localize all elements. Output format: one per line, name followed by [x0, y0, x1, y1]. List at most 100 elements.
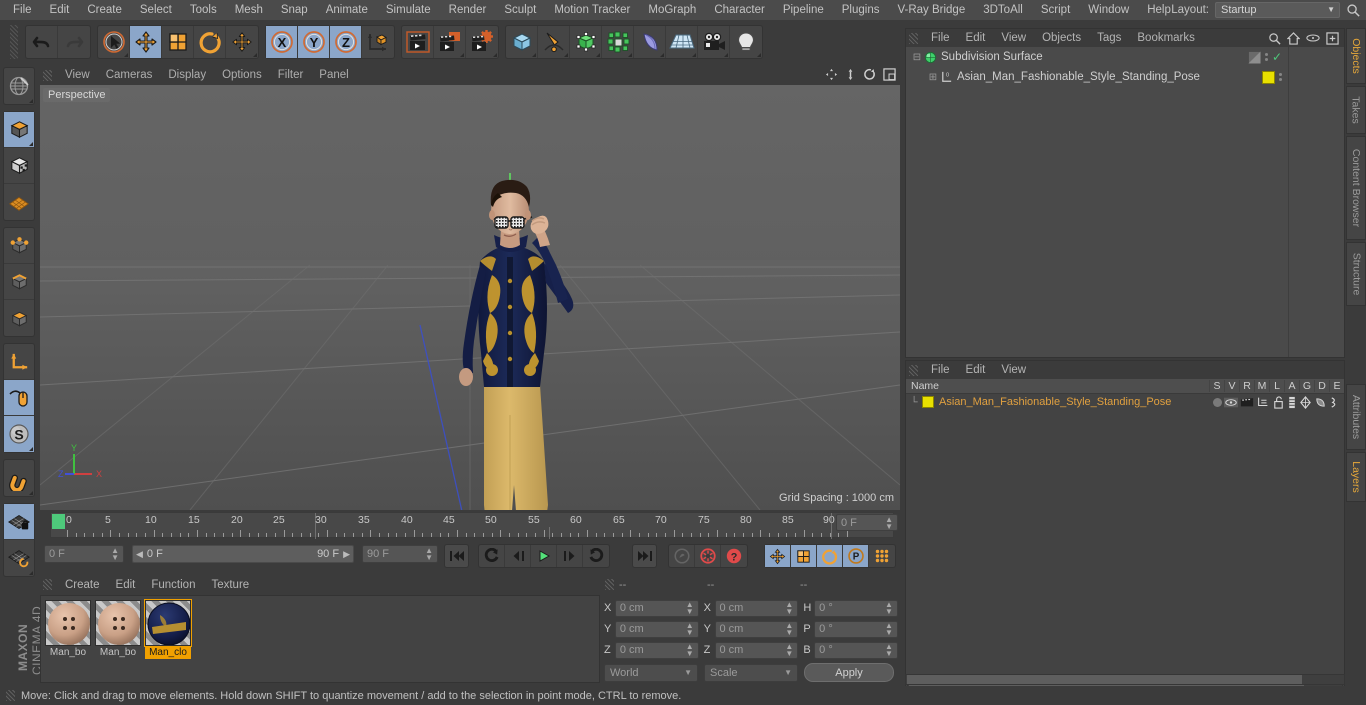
material-menu-texture[interactable]: Texture — [203, 579, 257, 591]
preview-range-slider[interactable]: ◀ 0 F 90 F ▶ — [132, 545, 354, 563]
viewport-menu-panel[interactable]: Panel — [311, 69, 356, 81]
key-position-button[interactable] — [765, 545, 791, 567]
tab-objects[interactable]: Objects — [1346, 28, 1366, 84]
tab-structure[interactable]: Structure — [1346, 242, 1366, 306]
render-view-button[interactable] — [402, 25, 434, 58]
scrollbar-thumb[interactable] — [907, 675, 1302, 684]
range-right-arrow-icon[interactable]: ▶ — [343, 549, 350, 560]
polygons-mode-button[interactable] — [4, 300, 34, 336]
rotate-tool-button[interactable] — [194, 25, 226, 58]
spinner-icon[interactable]: ▲ ▼ — [686, 643, 694, 658]
play-forward-button[interactable] — [583, 545, 609, 567]
end-frame-field[interactable]: 90 F ▲ ▼ — [362, 545, 438, 563]
animation-icon[interactable] — [1287, 396, 1297, 409]
menu-plugins[interactable]: Plugins — [833, 0, 889, 20]
material-swatch[interactable] — [95, 600, 141, 646]
menu-render[interactable]: Render — [440, 0, 496, 20]
workplane-rotate-button[interactable] — [4, 540, 34, 576]
material-swatch[interactable] — [45, 600, 91, 646]
tab-attributes[interactable]: Attributes — [1346, 384, 1366, 450]
tab-content-browser[interactable]: Content Browser — [1346, 136, 1366, 240]
rot-p-field[interactable]: 0 ° ▲ ▼ — [814, 620, 898, 638]
layer-menu-edit[interactable]: Edit — [958, 364, 994, 376]
live-selection-button[interactable] — [98, 25, 130, 58]
add-deformer-button[interactable] — [634, 25, 666, 58]
axis-mode-button[interactable] — [4, 344, 34, 380]
scale-tool-button[interactable] — [162, 25, 194, 58]
menu-window[interactable]: Window — [1079, 0, 1138, 20]
viewport-menu-options[interactable]: Options — [214, 69, 270, 81]
add-spline-button[interactable] — [538, 25, 570, 58]
coordinate-mode-dropdown[interactable]: Scale ▼ — [704, 663, 798, 682]
size-z-field[interactable]: 0 cm ▲ ▼ — [714, 641, 799, 659]
menu-file[interactable]: File — [4, 0, 41, 20]
step-forward-button[interactable] — [557, 545, 583, 567]
home-icon[interactable] — [1287, 31, 1300, 45]
spinner-icon[interactable]: ▲ ▼ — [785, 643, 793, 658]
viewport-menu-cameras[interactable]: Cameras — [98, 69, 161, 81]
menu-simulate[interactable]: Simulate — [377, 0, 440, 20]
spinner-icon[interactable]: ▲ ▼ — [686, 622, 694, 637]
start-frame-field[interactable]: 0 F ▲ ▼ — [44, 545, 124, 563]
step-back-button[interactable] — [505, 545, 531, 567]
layer-color-swatch[interactable] — [922, 396, 934, 408]
expand-collapse-icon[interactable]: ⊟ — [910, 52, 924, 63]
polygon-grid-button[interactable] — [4, 184, 34, 220]
material-menu-edit[interactable]: Edit — [108, 579, 144, 591]
add-generator-button[interactable] — [570, 25, 602, 58]
layer-manager-grip[interactable] — [909, 364, 918, 376]
object-row-subdivision-surface[interactable]: ⊟ Subdivision Surface ✓ — [906, 47, 1344, 67]
object-menu-view[interactable]: View — [993, 32, 1034, 44]
material-tag-icon[interactable] — [1262, 70, 1275, 84]
go-to-start-button[interactable] — [444, 544, 469, 568]
render-settings-button[interactable] — [466, 26, 498, 58]
add-cube-button[interactable] — [506, 25, 538, 58]
bottom-horizontal-scrollbar[interactable] — [905, 674, 1345, 685]
pos-x-field[interactable]: 0 cm ▲ ▼ — [614, 599, 699, 617]
object-menu-objects[interactable]: Objects — [1034, 32, 1089, 44]
viewport-menu-display[interactable]: Display — [160, 69, 214, 81]
material-menu-create[interactable]: Create — [57, 579, 108, 591]
menu-character[interactable]: Character — [705, 0, 774, 20]
spinner-icon[interactable]: ▲ ▼ — [785, 601, 793, 616]
workplane-lock-button[interactable] — [4, 504, 34, 540]
pos-z-field[interactable]: 0 cm ▲ ▼ — [614, 641, 699, 659]
toolbar-grip[interactable] — [10, 24, 18, 59]
object-menu-edit[interactable]: Edit — [958, 32, 994, 44]
object-menu-bookmarks[interactable]: Bookmarks — [1129, 32, 1203, 44]
menu-create[interactable]: Create — [78, 0, 131, 20]
key-rotation-button[interactable] — [817, 545, 843, 567]
material-swatch[interactable] — [144, 599, 192, 647]
material-item[interactable]: Man_bo — [45, 600, 91, 678]
maximize-icon[interactable] — [883, 68, 896, 81]
solo-toggle[interactable] — [1213, 397, 1222, 407]
current-frame-field[interactable]: 0 F ▲ ▼ — [836, 514, 898, 531]
spinner-icon[interactable]: ▲ ▼ — [785, 622, 793, 637]
redo-button[interactable] — [58, 26, 90, 58]
viewport-menu-filter[interactable]: Filter — [270, 69, 312, 81]
axis-x-button[interactable]: X — [266, 25, 298, 58]
play-backwards-button[interactable] — [479, 545, 505, 567]
edges-mode-button[interactable] — [4, 264, 34, 300]
menu-animate[interactable]: Animate — [317, 0, 377, 20]
object-tree[interactable]: ⊟ Subdivision Surface ✓ ⊞ 0 Asian_Man_Fa… — [906, 47, 1344, 357]
pos-y-field[interactable]: 0 cm ▲ ▼ — [614, 620, 699, 638]
record-help-button[interactable]: ? — [721, 545, 747, 567]
menu-vray-bridge[interactable]: V-Ray Bridge — [888, 0, 974, 20]
pan-icon[interactable] — [825, 68, 838, 81]
eye-icon[interactable] — [1306, 33, 1320, 43]
menu-motion-tracker[interactable]: Motion Tracker — [545, 0, 639, 20]
key-parameter-button[interactable]: P — [843, 545, 869, 567]
manager-icon[interactable] — [1256, 396, 1270, 408]
visibility-dot-icon[interactable] — [1247, 50, 1261, 64]
timeline-ruler[interactable]: 0 5 10 15 20 25 30 35 40 45 50 55 60 65 … — [40, 512, 900, 539]
record-active-objects-button[interactable] — [695, 545, 721, 567]
rot-h-field[interactable]: 0 ° ▲ ▼ — [814, 599, 898, 617]
size-y-field[interactable]: 0 cm ▲ ▼ — [714, 620, 799, 638]
status-bar-grip[interactable] — [6, 690, 15, 701]
tab-layers[interactable]: Layers — [1346, 452, 1366, 502]
coordinate-system-dropdown[interactable]: World ▼ — [604, 663, 698, 682]
material-menu-function[interactable]: Function — [143, 579, 203, 591]
layer-menu-view[interactable]: View — [993, 364, 1034, 376]
menu-mesh[interactable]: Mesh — [226, 0, 272, 20]
